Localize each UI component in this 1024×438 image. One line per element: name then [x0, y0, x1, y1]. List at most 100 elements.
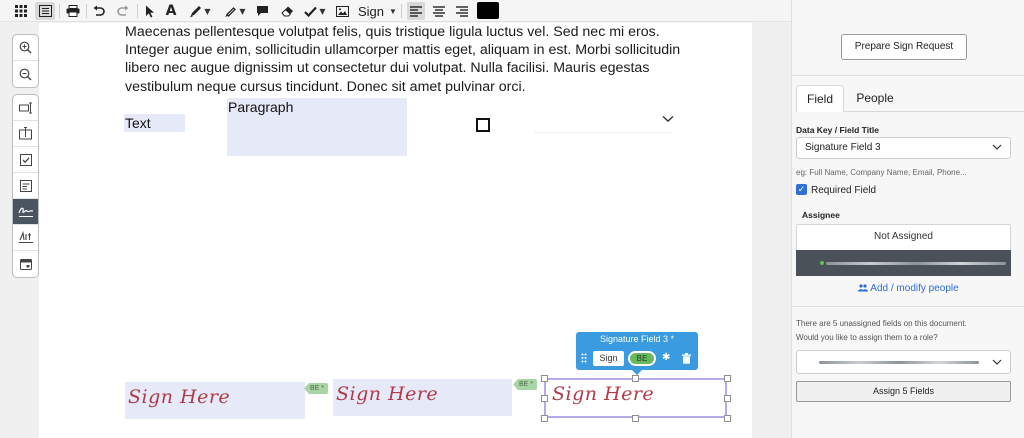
assignee-option-row[interactable] [796, 250, 1011, 276]
prepare-sign-request-button[interactable]: Prepare Sign Request [841, 34, 967, 60]
popover-pointer [632, 370, 642, 375]
resize-handle[interactable] [724, 395, 731, 402]
document-viewport: Maecenas pellentesque volutpat felis, qu… [39, 23, 791, 438]
panel-tabs: Field People [796, 85, 1024, 112]
data-key-label: Data Key / Field Title [796, 125, 879, 135]
checkbox-icon[interactable] [13, 147, 38, 173]
body-paragraph: Maecenas pellentesque volutpat felis, qu… [125, 23, 685, 96]
required-checkbox[interactable]: ✓ [796, 184, 807, 195]
add-modify-people-link[interactable]: Add / modify people [792, 283, 1024, 294]
resize-handle[interactable] [632, 415, 639, 422]
resize-handle[interactable] [632, 375, 639, 382]
role-select[interactable] [796, 350, 1011, 374]
toolbar-divider [137, 4, 138, 18]
text-box-icon[interactable] [13, 121, 38, 147]
image-icon[interactable] [334, 2, 350, 20]
sign-dropdown-label: Sign [358, 3, 385, 19]
required-field-label: Required Field [811, 185, 877, 196]
zoom-out-icon[interactable] [13, 61, 38, 87]
tab-field[interactable]: Field [796, 85, 844, 112]
dropdown-icon[interactable] [13, 173, 38, 199]
field-tool-group [12, 94, 39, 278]
field-popover: Signature Field 3 * Sign BE ✱ [576, 332, 698, 375]
signature-placeholder: Sign Here [552, 383, 655, 405]
data-key-select[interactable]: Signature Field 3 [796, 137, 1011, 159]
resize-handle[interactable] [541, 415, 548, 422]
align-right-icon[interactable] [453, 2, 471, 20]
assign-fields-button[interactable]: Assign 5 Fields [796, 381, 1011, 402]
comment-icon[interactable] [253, 2, 271, 20]
date-icon[interactable] [13, 251, 38, 277]
data-key-hint: eg: Full Name, Company Name, Email, Phon… [796, 168, 967, 177]
toolbar-divider [86, 4, 87, 18]
highlighter-icon[interactable]: ▼ [221, 2, 249, 20]
panel-divider [792, 75, 1024, 76]
field-type-button[interactable]: Sign [593, 351, 624, 366]
unassigned-note-line-2: Would you like to assign them to a role? [796, 333, 938, 342]
paragraph-line: Integer augue enim, sollicitudin ullamco… [125, 42, 681, 59]
paragraph-field-label: Paragraph [228, 99, 294, 115]
left-tool-rail [0, 23, 39, 438]
align-center-icon[interactable] [430, 2, 448, 20]
required-asterisk-icon[interactable]: ✱ [662, 352, 670, 363]
signature-placeholder: Sign Here [336, 383, 439, 405]
chevron-down-icon [662, 115, 674, 122]
assignee-selector[interactable]: Not Assigned [796, 224, 1011, 276]
zoom-tool-group [12, 34, 39, 88]
pointer-icon[interactable] [143, 2, 157, 20]
assignee-badge[interactable]: BE [628, 351, 656, 366]
properties-panel: Prepare Sign Request Field People Data K… [791, 0, 1024, 438]
dropdown-form-field[interactable] [534, 115, 674, 133]
color-picker-swatch[interactable] [477, 2, 499, 19]
paragraph-form-field[interactable]: Paragraph [227, 98, 407, 156]
text-icon[interactable]: A [163, 2, 179, 20]
checkmark-icon[interactable]: ▼ [301, 2, 329, 20]
signature-placeholder: Sign Here [128, 386, 231, 408]
assignee-value: Not Assigned [874, 231, 933, 242]
pen-icon[interactable]: ▼ [186, 2, 214, 20]
trash-icon[interactable] [682, 353, 691, 364]
resize-handle[interactable] [541, 395, 548, 402]
paragraph-line: Maecenas pellentesque volutpat felis, qu… [125, 24, 660, 40]
assignee-tag[interactable]: BE * [513, 379, 538, 390]
toolbar-divider [401, 4, 402, 18]
unassigned-note-line-1: There are 5 unassigned fields on this do… [796, 319, 967, 328]
assignee-label: Assignee [802, 210, 840, 220]
document-page: Maecenas pellentesque volutpat felis, qu… [39, 23, 752, 438]
checkbox-form-field[interactable] [476, 118, 490, 132]
chevron-down-icon [992, 359, 1002, 365]
text-form-field[interactable]: Text [124, 114, 185, 132]
toolbar-divider [59, 4, 60, 18]
redacted-name [826, 262, 1006, 265]
popover-title: Signature Field 3 * [599, 334, 675, 344]
status-dot [820, 261, 824, 265]
signature-field-1[interactable]: Sign Here [125, 382, 305, 419]
tab-people[interactable]: People [850, 85, 900, 112]
assignee-tag[interactable]: BE * [304, 383, 329, 394]
redacted-role [819, 361, 979, 364]
sidebar-icon[interactable] [35, 2, 55, 20]
paragraph-line: vestibulum neque cursus tincidunt. Donec… [125, 78, 526, 95]
signature-icon[interactable] [13, 199, 38, 225]
resize-handle[interactable] [724, 415, 731, 422]
undo-icon[interactable] [91, 2, 107, 20]
add-modify-people-text: Add / modify people [870, 283, 959, 294]
align-left-icon[interactable] [407, 2, 425, 20]
sign-dropdown[interactable]: Sign ▼ [358, 2, 397, 20]
panel-divider [792, 306, 1024, 307]
resize-handle[interactable] [541, 375, 548, 382]
apps-icon[interactable] [12, 2, 30, 20]
zoom-in-icon[interactable] [13, 35, 38, 61]
signature-field-2[interactable]: Sign Here [333, 379, 512, 416]
eraser-icon[interactable] [278, 2, 296, 20]
signature-field-3[interactable]: Sign Here [544, 378, 727, 418]
text-field-icon[interactable] [13, 95, 38, 121]
initials-icon[interactable] [13, 225, 38, 251]
resize-handle[interactable] [724, 375, 731, 382]
chevron-down-icon: ▼ [389, 6, 397, 16]
print-icon[interactable] [64, 2, 82, 20]
redo-icon[interactable] [115, 2, 131, 20]
chevron-down-icon [992, 144, 1002, 150]
drag-handle-icon[interactable] [581, 353, 587, 363]
paragraph-line: libero nec augue dignissim ut consectetu… [125, 60, 650, 77]
